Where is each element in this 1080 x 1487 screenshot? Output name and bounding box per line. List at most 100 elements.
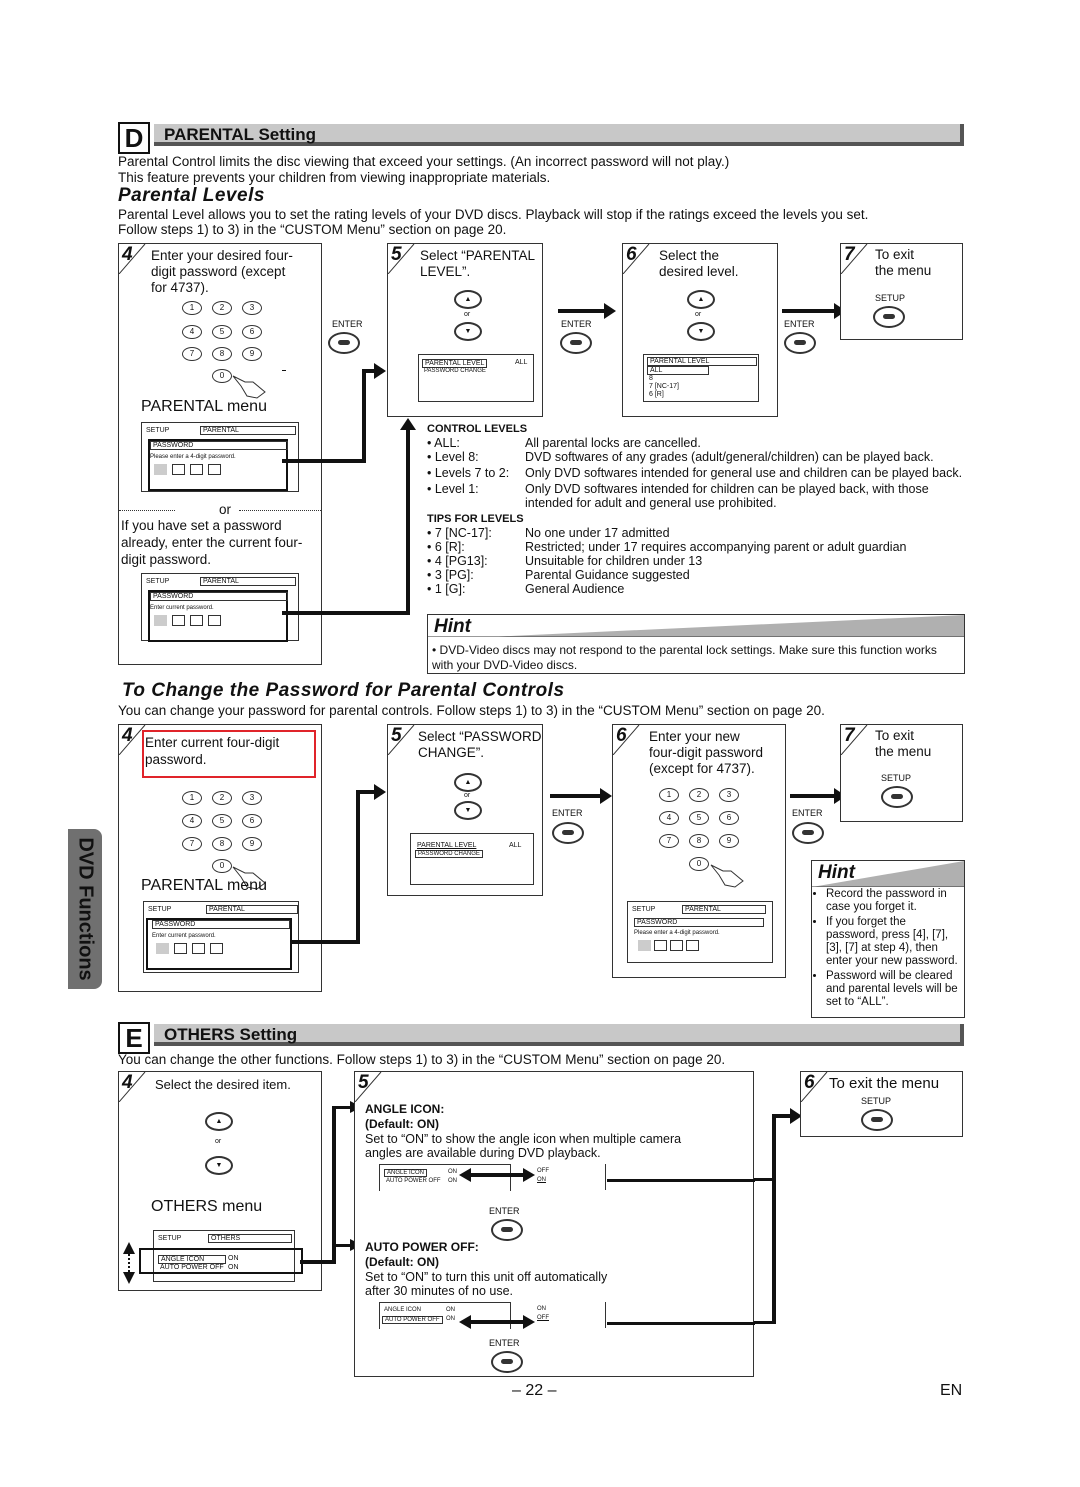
arrow-right-icon — [374, 784, 386, 800]
step-text: Select the — [659, 248, 720, 263]
step-number: 6 — [616, 725, 627, 746]
key-0[interactable]: 0 — [212, 369, 232, 383]
tip-key: • 7 [NC-17]: — [427, 526, 492, 540]
up-button-icon: ▲ — [205, 1112, 233, 1131]
or-label: or — [215, 1138, 222, 1145]
cp-step-7-panel: 7 To exit the menu SETUP — [840, 724, 963, 822]
tip-row: • 7 [NC-17]: No one under 17 admitted — [427, 526, 967, 540]
key-6[interactable]: 6 — [719, 811, 739, 825]
enter-label: ENTER — [792, 808, 823, 818]
step-6-panel: 6 Select the desired level. ▲ or ▼ PAREN… — [622, 243, 778, 417]
section-letter: E — [118, 1022, 150, 1054]
key-9[interactable]: 9 — [242, 347, 262, 361]
key-0[interactable]: 0 — [212, 859, 232, 873]
key-1[interactable]: 1 — [182, 301, 202, 315]
section-letter: D — [118, 122, 150, 154]
or-label: or — [219, 502, 232, 517]
enter-label: ENTER — [784, 319, 815, 329]
key-2[interactable]: 2 — [212, 791, 232, 805]
level-key: • Level 1: — [427, 482, 479, 496]
down-button-icon: ▼ — [454, 801, 482, 820]
key-1[interactable]: 1 — [182, 791, 202, 805]
tip-value: Restricted; under 17 requires accompanyi… — [525, 540, 907, 554]
pw-digit — [154, 464, 167, 475]
screen-setup-label: SETUP — [146, 578, 170, 585]
step-text: password. — [145, 752, 207, 767]
key-4[interactable]: 4 — [659, 811, 679, 825]
level-option-selected: ALL — [647, 366, 709, 375]
tip-row: • 6 [R]: Restricted; under 17 requires ac… — [427, 540, 967, 554]
screen-tab: PARENTAL — [200, 426, 296, 435]
level-value: Only DVD softwares intended for children… — [525, 482, 929, 510]
enter-button-icon — [491, 1351, 523, 1373]
pw-digit — [156, 943, 169, 954]
setup-label: SETUP — [875, 293, 906, 303]
key-4[interactable]: 4 — [182, 814, 202, 828]
connector — [772, 1114, 776, 1324]
step-4-panel: 4 Enter your desired four- digit passwor… — [118, 243, 322, 665]
hint-text: • DVD-Video discs may not respond to the… — [432, 643, 937, 672]
cp-step-4-panel: 4 Enter current four-digit password. 1 2… — [118, 724, 322, 992]
key-0[interactable]: 0 — [689, 857, 709, 871]
step-text: Select the desired item. — [155, 1077, 291, 1092]
level-row: • Level 1: Only DVD softwares intended fo… — [427, 482, 967, 510]
key-5[interactable]: 5 — [212, 814, 232, 828]
pw-digit — [208, 615, 221, 626]
connector — [782, 309, 836, 313]
key-5[interactable]: 5 — [689, 811, 709, 825]
key-3[interactable]: 3 — [719, 788, 739, 802]
key-4[interactable]: 4 — [182, 325, 202, 339]
key-8[interactable]: 8 — [212, 837, 232, 851]
key-5[interactable]: 5 — [212, 325, 232, 339]
auto-power-off-desc: after 30 minutes of no use. — [365, 1284, 514, 1298]
section-title: PARENTAL Setting — [154, 124, 964, 146]
hint-title: Hint — [434, 616, 471, 637]
key-7[interactable]: 7 — [182, 347, 202, 361]
menu-row: PARENTAL LEVEL — [417, 842, 477, 849]
key-7[interactable]: 7 — [182, 837, 202, 851]
key-6[interactable]: 6 — [242, 325, 262, 339]
hint-list: Record the password in case you forget i… — [812, 888, 960, 1009]
step-number: 5 — [391, 244, 402, 265]
key-1[interactable]: 1 — [659, 788, 679, 802]
tip-key: • 6 [R]: — [427, 540, 465, 554]
menu-row-selected: ANGLE ICON — [384, 1169, 428, 1177]
pw-digit — [686, 940, 699, 951]
level-row: • ALL: All parental locks are cancelled. — [427, 436, 967, 450]
menu-row-selected: PARENTAL LEVEL — [422, 359, 488, 368]
step-number: 5 — [391, 725, 402, 746]
level-option: 8 — [649, 375, 653, 382]
pw-digit — [192, 943, 205, 954]
tip-row: • 3 [PG]: Parental Guidance suggested — [427, 568, 967, 582]
mini-screen: OFF ON — [533, 1164, 606, 1190]
screen-field: PASSWORD — [150, 592, 288, 601]
screen-prompt: Please enter a 4-digit password. — [150, 454, 236, 460]
key-7[interactable]: 7 — [659, 834, 679, 848]
level-option: 6 [R] — [649, 391, 664, 398]
connector — [356, 790, 376, 794]
key-2[interactable]: 2 — [689, 788, 709, 802]
key-6[interactable]: 6 — [242, 814, 262, 828]
key-8[interactable]: 8 — [689, 834, 709, 848]
step-number: 5 — [358, 1072, 369, 1093]
double-arrow-icon — [459, 1315, 535, 1329]
pw-digit — [172, 464, 185, 475]
key-2[interactable]: 2 — [212, 301, 232, 315]
alt-text: already, enter the current four- — [121, 535, 303, 550]
pw-digit — [190, 464, 203, 475]
step-text: four-digit password — [649, 745, 764, 760]
pw-digit — [654, 940, 667, 951]
step-text: Enter your desired four- — [151, 248, 293, 263]
highlight-frame — [139, 1248, 303, 1274]
enter-label: ENTER — [489, 1338, 520, 1348]
key-8[interactable]: 8 — [212, 347, 232, 361]
key-3[interactable]: 3 — [242, 301, 262, 315]
up-down-arrow-icon — [123, 1242, 135, 1284]
setup-label: SETUP — [881, 773, 912, 783]
menu-title: PARENTAL menu — [141, 877, 267, 894]
key-3[interactable]: 3 — [242, 791, 262, 805]
key-9[interactable]: 9 — [242, 837, 262, 851]
key-9[interactable]: 9 — [719, 834, 739, 848]
connector — [607, 1179, 755, 1182]
tip-value: General Audience — [525, 582, 625, 596]
